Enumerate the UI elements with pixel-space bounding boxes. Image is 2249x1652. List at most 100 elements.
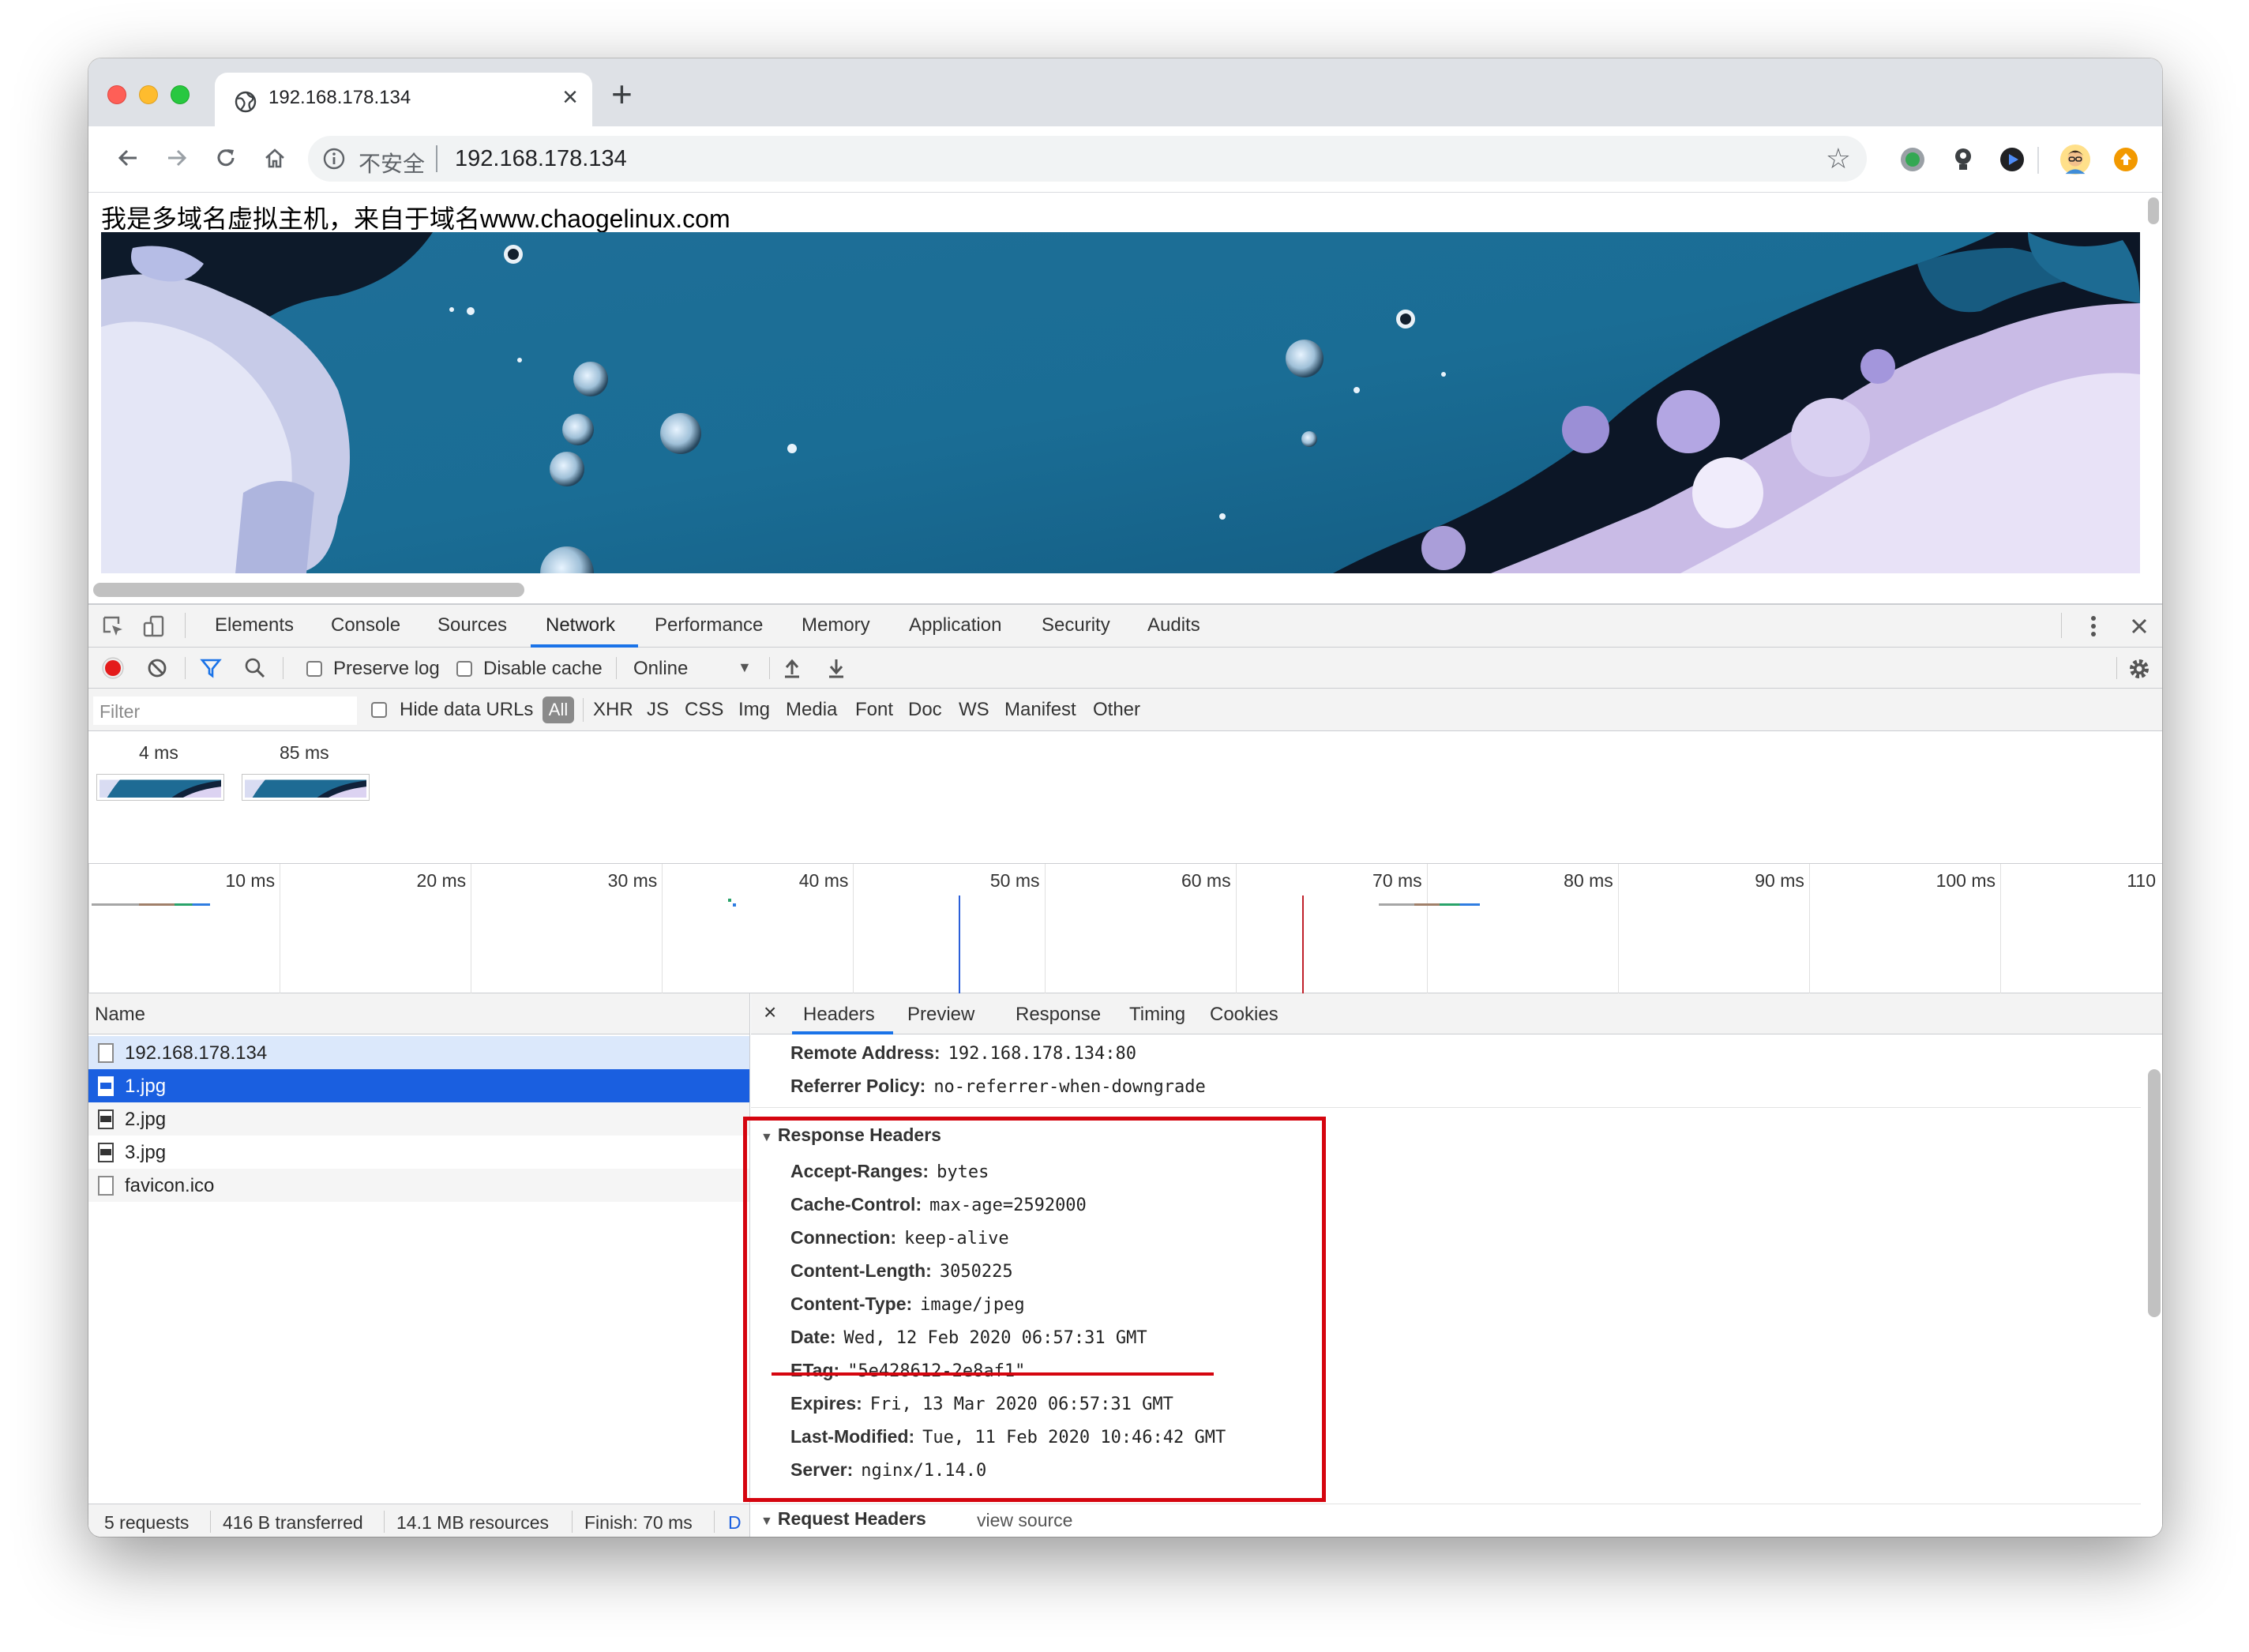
screenshot-label: 85 ms bbox=[280, 742, 329, 763]
details-scrollbar[interactable] bbox=[2148, 1069, 2161, 1317]
filter-img[interactable]: Img bbox=[738, 699, 770, 721]
close-tab-icon[interactable]: × bbox=[562, 82, 578, 113]
throttle-select[interactable]: Online ▼ bbox=[633, 658, 752, 680]
dom-content-loaded-truncated: D bbox=[728, 1512, 742, 1533]
resources-size: 14.1 MB resources bbox=[396, 1512, 550, 1533]
arrow-right-icon bbox=[168, 149, 187, 167]
request-row[interactable]: favicon.ico bbox=[88, 1169, 749, 1202]
update-icon[interactable] bbox=[2110, 144, 2142, 175]
tab-memory[interactable]: Memory bbox=[802, 614, 870, 636]
gear-icon[interactable] bbox=[2126, 655, 2153, 682]
filter-doc[interactable]: Doc bbox=[908, 699, 942, 721]
reload-button[interactable] bbox=[207, 139, 245, 177]
request-dot bbox=[728, 899, 731, 902]
devtools-tab-bar: Elements Console Sources Network Perform… bbox=[88, 605, 2162, 648]
back-button[interactable] bbox=[109, 139, 147, 177]
tab-application[interactable]: Application bbox=[909, 614, 1001, 636]
inspect-element-icon[interactable] bbox=[99, 613, 126, 640]
new-tab-button[interactable]: + bbox=[611, 73, 633, 115]
page-vertical-scrollbar[interactable] bbox=[2148, 197, 2159, 224]
filter-placeholder: Filter bbox=[99, 701, 141, 722]
clear-icon[interactable] bbox=[145, 656, 169, 680]
tab-sources[interactable]: Sources bbox=[437, 614, 507, 636]
device-toolbar-icon[interactable] bbox=[141, 613, 167, 640]
extension-bulb-icon[interactable] bbox=[1947, 144, 1979, 175]
network-status-bar: 5 requests 416 B transferred 14.1 MB res… bbox=[88, 1504, 749, 1537]
name-column-label: Name bbox=[95, 1004, 146, 1025]
close-devtools-icon[interactable] bbox=[2126, 613, 2153, 640]
expires-underline bbox=[772, 1372, 1214, 1376]
browser-tab[interactable]: 192.168.178.134 × bbox=[215, 73, 592, 126]
toolbar-divider bbox=[185, 657, 186, 679]
view-source-link[interactable]: view source bbox=[977, 1510, 1072, 1531]
request-row[interactable]: 1.jpg bbox=[88, 1069, 749, 1102]
filter-font[interactable]: Font bbox=[855, 699, 893, 721]
page-horizontal-scrollbar[interactable] bbox=[93, 583, 524, 597]
request-row[interactable]: 2.jpg bbox=[88, 1102, 749, 1136]
timeline-tick-label: 90 ms bbox=[1755, 870, 1804, 891]
details-tab-headers[interactable]: Headers bbox=[803, 1004, 875, 1026]
hide-data-urls-checkbox[interactable] bbox=[371, 702, 387, 718]
divider bbox=[2037, 147, 2039, 174]
avatar[interactable] bbox=[2059, 144, 2091, 175]
request-row[interactable]: 192.168.178.134 bbox=[88, 1036, 749, 1069]
request-row[interactable]: 3.jpg bbox=[88, 1136, 749, 1169]
maximize-window-button[interactable] bbox=[171, 85, 190, 104]
header-value: no-referrer-when-downgrade bbox=[933, 1077, 1206, 1097]
filter-all-button[interactable]: All bbox=[543, 696, 574, 723]
header-row: Referrer Policy: no-referrer-when-downgra… bbox=[790, 1076, 1206, 1097]
preserve-log-checkbox[interactable] bbox=[306, 661, 322, 677]
extension-play-icon[interactable] bbox=[1996, 144, 2028, 175]
tab-performance[interactable]: Performance bbox=[655, 614, 763, 636]
tab-audits[interactable]: Audits bbox=[1147, 614, 1200, 636]
timeline-overview[interactable]: 10 ms 20 ms 30 ms 40 ms 50 ms 60 ms 70 ms 80 ms… bbox=[88, 864, 2162, 993]
tab-security[interactable]: Security bbox=[1042, 614, 1110, 636]
details-tab-response[interactable]: Response bbox=[1016, 1004, 1101, 1026]
close-details-icon[interactable]: × bbox=[764, 1000, 776, 1025]
filter-other[interactable]: Other bbox=[1093, 699, 1140, 721]
import-har-icon[interactable] bbox=[780, 656, 804, 680]
filter-js[interactable]: JS bbox=[647, 699, 669, 721]
more-options-icon[interactable] bbox=[2082, 613, 2105, 640]
address-bar[interactable]: 不安全 192.168.178.134 ☆ bbox=[308, 136, 1867, 182]
minimize-window-button[interactable] bbox=[139, 85, 158, 104]
record-icon[interactable] bbox=[101, 656, 125, 680]
screenshot-thumbnail[interactable] bbox=[96, 774, 224, 801]
bookmark-star-icon[interactable]: ☆ bbox=[1826, 142, 1851, 175]
highlight-box bbox=[743, 1117, 1326, 1502]
dom-content-loaded-line bbox=[958, 895, 960, 993]
document-file-icon bbox=[98, 1043, 114, 1063]
forward-button[interactable] bbox=[158, 139, 196, 177]
disable-cache-checkbox[interactable] bbox=[456, 661, 472, 677]
timeline-gridline bbox=[662, 864, 663, 993]
toolbar-divider bbox=[769, 657, 770, 679]
filter-css[interactable]: CSS bbox=[685, 699, 723, 721]
filter-icon[interactable] bbox=[199, 656, 223, 680]
filter-input[interactable]: Filter bbox=[93, 696, 357, 725]
details-tab-preview[interactable]: Preview bbox=[907, 1004, 974, 1026]
filter-manifest[interactable]: Manifest bbox=[1004, 699, 1076, 721]
tab-elements[interactable]: Elements bbox=[215, 614, 294, 636]
screenshot-thumbnail[interactable] bbox=[242, 774, 370, 801]
close-window-button[interactable] bbox=[107, 85, 126, 104]
status-divider bbox=[714, 1511, 715, 1533]
export-har-icon[interactable] bbox=[824, 656, 848, 680]
info-icon[interactable] bbox=[322, 147, 346, 171]
url-text[interactable]: 192.168.178.134 bbox=[455, 146, 627, 172]
name-column-header[interactable]: Name bbox=[88, 993, 749, 1034]
request-headers-toggle[interactable]: ▼ Request Headers bbox=[760, 1508, 926, 1530]
filter-ws[interactable]: WS bbox=[959, 699, 989, 721]
filter-xhr[interactable]: XHR bbox=[593, 699, 633, 721]
request-details: × Headers Preview Response Timing Cookie… bbox=[743, 993, 2162, 1537]
home-button[interactable] bbox=[256, 139, 294, 177]
tab-console[interactable]: Console bbox=[331, 614, 400, 636]
tab-network[interactable]: Network bbox=[546, 614, 615, 636]
filter-media[interactable]: Media bbox=[786, 699, 837, 721]
requests-table: Name 192.168.178.134 1.jpg 2.jpg 3.jpg favic… bbox=[88, 993, 750, 1537]
header-value: 192.168.178.134:80 bbox=[948, 1044, 1137, 1064]
details-tab-timing[interactable]: Timing bbox=[1129, 1004, 1185, 1026]
search-icon[interactable] bbox=[243, 656, 267, 680]
extension-green-dot-icon[interactable] bbox=[1897, 144, 1928, 175]
document-file-icon bbox=[98, 1176, 114, 1196]
details-tab-cookies[interactable]: Cookies bbox=[1210, 1004, 1278, 1026]
